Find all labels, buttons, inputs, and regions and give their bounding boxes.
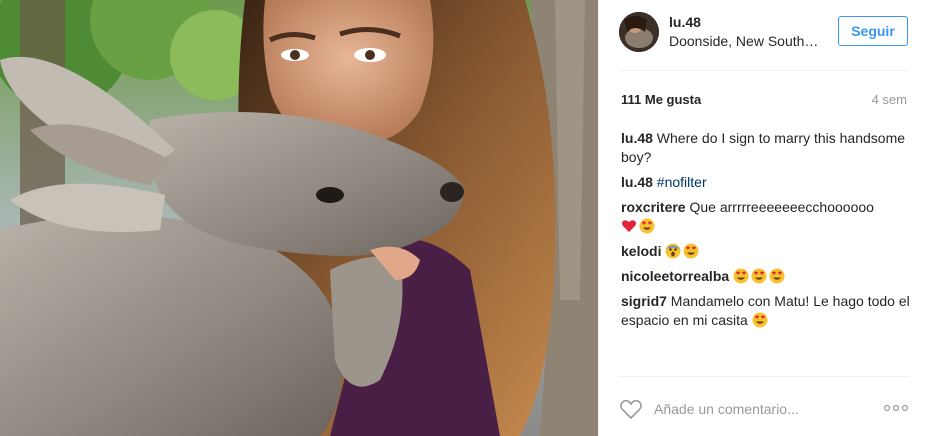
comment-caption: lu.48 Where do I sign to marry this hand…	[621, 129, 911, 167]
heart-eyes-icon	[733, 268, 749, 284]
heart-eyes-icon	[751, 268, 767, 284]
comment-username[interactable]: sigrid7	[621, 293, 667, 309]
comment-username[interactable]: kelodi	[621, 243, 661, 259]
heart-eyes-icon	[769, 268, 785, 284]
comment-item: nicoleetorrealba	[621, 267, 911, 286]
post-location[interactable]: Doonside, New South Wales	[669, 33, 819, 49]
post-photo[interactable]	[0, 0, 598, 436]
post-details-panel: lu.48 Doonside, New South Wales Seguir 1…	[598, 0, 928, 436]
comment-hashtag: lu.48 #nofilter	[621, 173, 911, 192]
comment-username[interactable]: nicoleetorrealba	[621, 268, 729, 284]
kangaroo-selfie-image	[0, 0, 598, 436]
avatar[interactable]	[619, 12, 659, 52]
heart-eyes-icon	[639, 218, 655, 234]
add-comment-input[interactable]	[654, 398, 854, 420]
post-username[interactable]: lu.48	[669, 14, 701, 30]
screaming-face-icon	[665, 243, 681, 259]
heart-eyes-icon	[752, 312, 768, 328]
red-heart-icon	[622, 220, 636, 232]
comment-text: Que arrrrreeeeeeecchoooooo	[689, 199, 874, 215]
comment-text: Where do I sign to marry this handsome b…	[621, 130, 906, 165]
comment-username[interactable]: roxcritere	[621, 199, 686, 215]
comments-list: lu.48 Where do I sign to marry this hand…	[621, 129, 911, 336]
heart-eyes-icon	[683, 243, 699, 259]
more-options-icon[interactable]	[883, 400, 909, 416]
hashtag-link[interactable]: #nofilter	[657, 174, 707, 190]
header-divider	[619, 70, 909, 71]
likes-count[interactable]: 111 Me gusta	[621, 92, 701, 107]
post-time-ago[interactable]: 4 sem	[849, 92, 907, 107]
comment-username[interactable]: lu.48	[621, 130, 653, 146]
comment-item: roxcritere Que arrrrreeeeeeecchoooooo	[621, 198, 911, 236]
heart-outline-icon[interactable]	[619, 397, 643, 421]
avatar-image	[619, 12, 659, 52]
footer-divider	[619, 376, 909, 377]
comment-item: kelodi	[621, 242, 911, 261]
post-header: lu.48 Doonside, New South Wales Seguir	[599, 0, 928, 72]
comment-item: sigrid7 Mandamelo con Matu! Le hago todo…	[621, 292, 911, 330]
comment-username[interactable]: lu.48	[621, 174, 653, 190]
follow-button[interactable]: Seguir	[838, 16, 908, 46]
